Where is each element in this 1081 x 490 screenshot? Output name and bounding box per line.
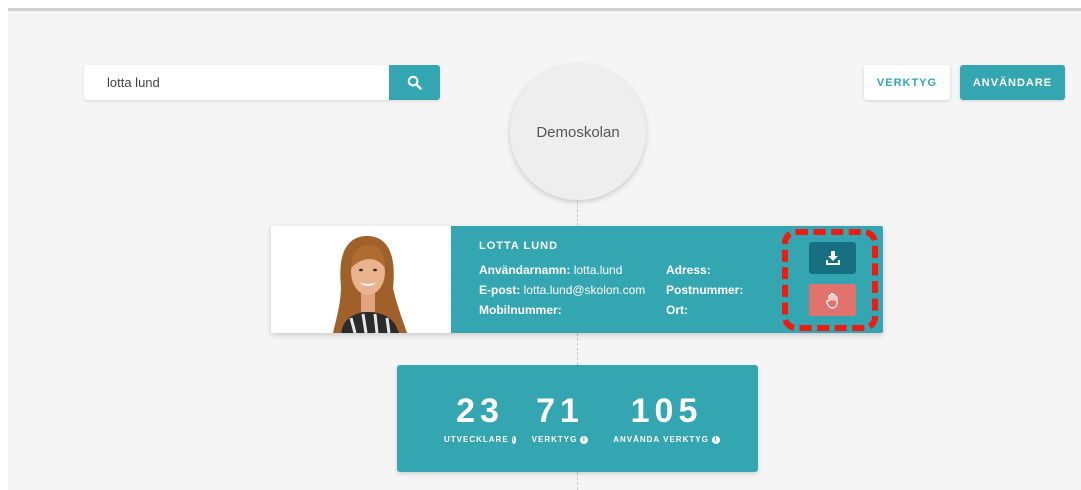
info-icon[interactable]: i xyxy=(711,435,720,444)
highlight-marker xyxy=(782,229,878,331)
search-input[interactable] xyxy=(84,65,389,100)
username-label: Användarnamn: xyxy=(479,263,571,277)
search-icon xyxy=(407,75,422,90)
search-button[interactable] xyxy=(389,65,440,100)
stat-used-tools: 105 ANVÄNDA VERKTYG i xyxy=(604,391,729,444)
address-field: Adress: xyxy=(666,263,711,277)
username-value: lotta.lund xyxy=(573,263,623,277)
search-bar xyxy=(84,65,440,100)
users-button[interactable]: ANVÄNDARE xyxy=(960,65,1065,100)
tools-button[interactable]: VERKTYG xyxy=(864,65,950,100)
user-name: LOTTA LUND xyxy=(479,240,559,252)
postal-label: Postnummer: xyxy=(666,283,744,297)
email-label: E-post: xyxy=(479,283,521,297)
email-value: lotta.lund@skolon.com xyxy=(523,283,646,297)
stat-developers-value: 23 xyxy=(456,392,504,430)
email-field: E-post: lotta.lund@skolon.com xyxy=(479,283,645,297)
connector-line xyxy=(577,472,578,490)
info-icon[interactable]: i xyxy=(580,435,589,444)
stat-developers: 23 UTVECKLARE i xyxy=(444,391,516,444)
city-field: Ort: xyxy=(666,303,688,317)
school-node[interactable]: Demoskolan xyxy=(510,64,646,200)
school-name: Demoskolan xyxy=(536,123,620,141)
stat-tools-label: VERKTYG i xyxy=(528,435,592,444)
city-label: Ort: xyxy=(666,303,688,317)
mobile-label: Mobilnummer: xyxy=(479,303,562,317)
stat-used-tools-value: 105 xyxy=(630,392,703,430)
mobile-field: Mobilnummer: xyxy=(479,303,562,317)
postal-field: Postnummer: xyxy=(666,283,743,297)
stat-used-tools-label: ANVÄNDA VERKTYG i xyxy=(604,435,729,444)
username-field: Användarnamn: lotta.lund xyxy=(479,263,622,277)
user-photo xyxy=(333,236,407,333)
stats-panel: 23 UTVECKLARE i 71 VERKTYG i 105 ANVÄNDA… xyxy=(397,365,758,472)
stat-developers-label: UTVECKLARE i xyxy=(444,435,516,444)
connector-line xyxy=(577,333,578,365)
connector-line xyxy=(577,200,578,226)
address-label: Adress: xyxy=(666,263,711,277)
stat-tools: 71 VERKTYG i xyxy=(528,391,592,444)
info-icon[interactable]: i xyxy=(511,435,516,444)
avatar xyxy=(271,226,451,333)
stat-tools-value: 71 xyxy=(536,392,584,430)
